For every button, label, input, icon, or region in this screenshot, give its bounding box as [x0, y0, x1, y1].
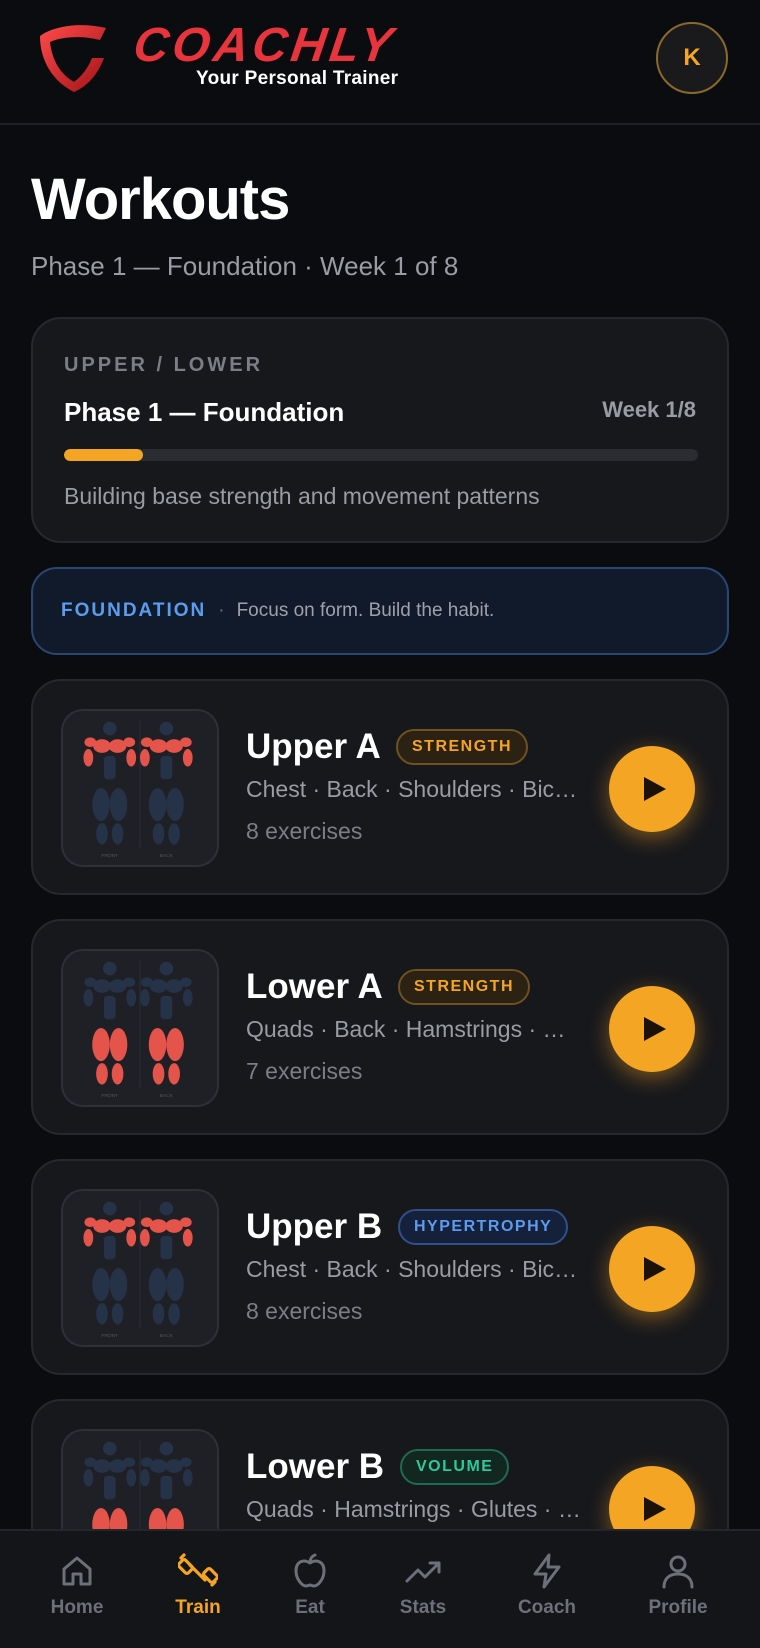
phase-description: Building base strength and movement patt… [64, 483, 540, 509]
svg-text:BACK: BACK [160, 853, 174, 859]
brand-wordmark: COACHLY [130, 19, 400, 72]
workout-name: Upper A [246, 727, 381, 766]
nav-label-stats: Stats [399, 1597, 447, 1618]
workout-exercise-count: 7 exercises [246, 1058, 363, 1084]
page-subtitle: Phase 1 — Foundation · Week 1 of 8 [31, 251, 459, 281]
bottom-nav: Home Train Eat Stats Coach Profile [0, 1529, 760, 1648]
svg-text:BACK: BACK [160, 1333, 174, 1339]
workout-card[interactable]: FRONT BACK Upper A STRENGTH Chest · Back… [31, 679, 729, 895]
phase-progress-card[interactable]: UPPER / LOWER Phase 1 — Foundation Week … [31, 317, 729, 543]
nav-label-home: Home [50, 1597, 104, 1618]
phase-focus-banner: FOUNDATION · Focus on form. Build the ha… [31, 567, 729, 655]
phase-progress-fill [64, 449, 144, 461]
brand-tagline: Your Personal Trainer [196, 68, 399, 89]
workout-type-badge: STRENGTH [396, 729, 528, 765]
nav-label-profile: Profile [648, 1597, 708, 1618]
start-workout-button[interactable] [609, 986, 695, 1072]
workout-name: Lower A [246, 967, 383, 1006]
trending-up-icon [405, 1561, 441, 1583]
nav-home[interactable]: Home [17, 1551, 137, 1631]
workout-muscles: Quads · Hamstrings · Glutes · Calves [246, 1496, 581, 1522]
workout-card[interactable]: FRONT BACK Lower A STRENGTH Quads · Back… [31, 919, 729, 1135]
workout-exercise-count: 8 exercises [246, 1298, 363, 1324]
workout-type-badge: STRENGTH [398, 969, 530, 1005]
workout-type-badge: HYPERTROPHY [398, 1209, 569, 1245]
nav-stats[interactable]: Stats [363, 1551, 483, 1631]
muscle-map-thumbnail: FRONT BACK [61, 709, 219, 867]
coachly-logo-icon [34, 22, 112, 94]
app-header: COACHLY Your Personal Trainer K [0, 0, 760, 125]
body-back-figure [140, 721, 193, 845]
lightning-icon [533, 1553, 561, 1589]
avatar-initial: K [683, 44, 701, 71]
start-workout-button[interactable] [609, 1226, 695, 1312]
play-icon [644, 1497, 666, 1521]
nav-eat[interactable]: Eat [250, 1551, 370, 1631]
workout-muscles: Chest · Back · Shoulders · Biceps · Tric… [246, 1256, 581, 1282]
svg-text:BACK: BACK [160, 1093, 174, 1099]
avatar[interactable]: K [656, 22, 728, 94]
body-back-figure [140, 961, 193, 1085]
phase-progress-bar [64, 449, 698, 461]
muscle-map-thumbnail: FRONT BACK [61, 1189, 219, 1347]
nav-train[interactable]: Train [138, 1551, 258, 1631]
banner-tag: FOUNDATION [61, 600, 207, 621]
workout-card[interactable]: FRONT BACK Upper B HYPERTROPHY Chest · B… [31, 1159, 729, 1375]
body-front-figure [83, 961, 137, 1085]
nav-label-train: Train [175, 1597, 221, 1618]
workout-exercise-count: 8 exercises [246, 818, 363, 844]
play-icon [644, 777, 666, 801]
body-back-figure [140, 1201, 193, 1325]
workout-name: Upper B [246, 1207, 383, 1246]
svg-text:FRONT: FRONT [101, 853, 118, 859]
muscle-map-thumbnail: FRONT BACK [61, 949, 219, 1107]
apple-icon [294, 1553, 326, 1588]
program-split-label: UPPER / LOWER [64, 354, 264, 376]
home-icon [62, 1556, 92, 1586]
body-front-figure [83, 1201, 137, 1325]
nav-coach[interactable]: Coach [487, 1551, 607, 1631]
workout-name: Lower B [246, 1447, 385, 1486]
banner-separator: · [218, 600, 225, 621]
body-front-figure [83, 721, 137, 845]
user-icon [662, 1555, 694, 1589]
play-icon [644, 1017, 666, 1041]
banner-text: Focus on form. Build the habit. [236, 600, 495, 621]
phase-week: Week 1/8 [602, 397, 696, 422]
play-icon [644, 1257, 666, 1281]
start-workout-button[interactable] [609, 746, 695, 832]
workout-type-badge: VOLUME [400, 1449, 510, 1485]
nav-label-coach: Coach [517, 1597, 577, 1618]
nav-label-eat: Eat [295, 1597, 325, 1618]
workout-muscles: Chest · Back · Shoulders · Biceps · Tric… [246, 776, 581, 802]
dumbbell-icon [178, 1553, 218, 1587]
workout-muscles: Quads · Back · Hamstrings · Glutes · Cal… [246, 1016, 581, 1042]
svg-text:FRONT: FRONT [101, 1333, 118, 1339]
page-title: Workouts [31, 167, 290, 232]
nav-profile[interactable]: Profile [618, 1551, 738, 1631]
svg-text:FRONT: FRONT [101, 1093, 118, 1099]
phase-name: Phase 1 — Foundation [64, 397, 345, 427]
